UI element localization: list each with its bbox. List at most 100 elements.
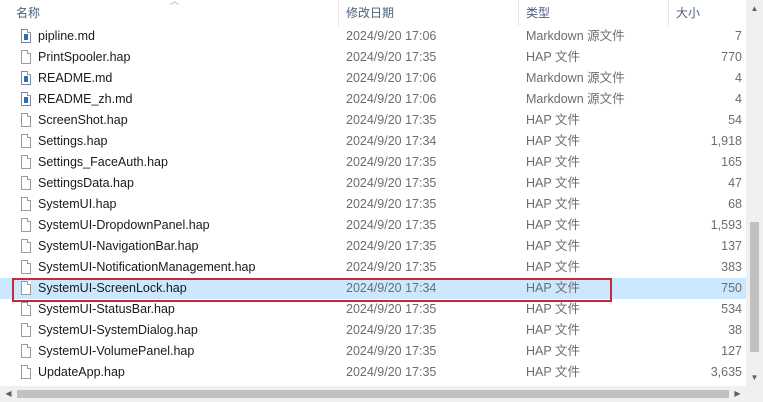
file-row[interactable]: SystemUI-DropdownPanel.hap 2024/9/20 17:3… [0, 215, 746, 236]
file-date: 2024/9/20 17:35 [346, 218, 437, 232]
file-list: pipline.md 2024/9/20 17:06 Markdown 源文件 7 Pr… [0, 26, 746, 386]
scrollbar-corner [746, 386, 763, 402]
file-type: HAP 文件 [526, 260, 580, 274]
file-row[interactable]: Settings_FaceAuth.hap 2024/9/20 17:35 HAP … [0, 152, 746, 173]
file-icon [21, 197, 31, 211]
file-icon [21, 323, 31, 337]
vertical-scrollbar[interactable]: ▲ ▼ [746, 0, 763, 386]
file-size: 1,918 [710, 134, 742, 148]
vertical-scroll-thumb[interactable] [750, 222, 759, 352]
file-type: Markdown 源文件 [526, 92, 625, 106]
file-type: HAP 文件 [526, 302, 580, 316]
file-row[interactable]: SettingsData.hap 2024/9/20 17:35 HAP 文件 47 [0, 173, 746, 194]
file-date: 2024/9/20 17:35 [346, 113, 437, 127]
file-name: PrintSpooler.hap [38, 50, 131, 64]
markdown-file-icon [21, 71, 31, 85]
file-name: UpdateApp.hap [38, 365, 125, 379]
file-row[interactable]: Settings.hap 2024/9/20 17:34 HAP 文件 1,918 [0, 131, 746, 152]
file-date: 2024/9/20 17:06 [346, 29, 437, 43]
file-date: 2024/9/20 17:35 [346, 365, 437, 379]
file-name: SystemUI-VolumePanel.hap [38, 344, 195, 358]
file-type: HAP 文件 [526, 323, 580, 337]
file-date: 2024/9/20 17:35 [346, 197, 437, 211]
markdown-mark-icon [24, 34, 28, 40]
file-row[interactable]: README_zh.md 2024/9/20 17:06 Markdown 源文件 4 [0, 89, 746, 110]
file-size: 750 [721, 281, 742, 295]
markdown-file-icon [21, 29, 31, 43]
file-name: ScreenShot.hap [38, 113, 128, 127]
file-date: 2024/9/20 17:35 [346, 239, 437, 253]
file-size: 3,635 [710, 365, 742, 379]
column-header-size[interactable]: 大小 [668, 0, 746, 26]
file-name: SettingsData.hap [38, 176, 134, 190]
file-row[interactable]: UpdateApp.hap 2024/9/20 17:35 HAP 文件 3,635 [0, 362, 746, 383]
file-size: 1,593 [710, 218, 742, 232]
scroll-down-icon[interactable]: ▼ [746, 369, 763, 386]
scroll-left-icon[interactable]: ◀ [0, 386, 17, 402]
file-icon [21, 239, 31, 253]
file-date: 2024/9/20 17:35 [346, 344, 437, 358]
file-name: Settings.hap [38, 134, 108, 148]
file-row[interactable]: PrintSpooler.hap 2024/9/20 17:35 HAP 文件 770 [0, 47, 746, 68]
file-name: SystemUI-DropdownPanel.hap [38, 218, 210, 232]
file-row[interactable]: ScreenShot.hap 2024/9/20 17:35 HAP 文件 54 [0, 110, 746, 131]
file-icon [21, 302, 31, 316]
file-icon [21, 50, 31, 64]
file-icon [21, 155, 31, 169]
markdown-mark-icon [24, 76, 28, 82]
scroll-up-icon[interactable]: ▲ [746, 0, 763, 17]
file-date: 2024/9/20 17:06 [346, 71, 437, 85]
file-type: HAP 文件 [526, 239, 580, 253]
file-icon [21, 260, 31, 274]
file-size: 165 [721, 155, 742, 169]
column-header-date[interactable]: 修改日期 [338, 0, 518, 26]
file-icon [21, 365, 31, 379]
file-row[interactable]: SystemUI-StatusBar.hap 2024/9/20 17:35 HAP… [0, 299, 746, 320]
file-type: HAP 文件 [526, 113, 580, 127]
horizontal-scroll-thumb[interactable] [17, 390, 729, 398]
file-row[interactable]: SystemUI-NotificationManagement.hap 2024/… [0, 257, 746, 278]
file-row[interactable]: SystemUI.hap 2024/9/20 17:35 HAP 文件 68 [0, 194, 746, 215]
file-date: 2024/9/20 17:06 [346, 92, 437, 106]
file-type: Markdown 源文件 [526, 71, 625, 85]
file-icon [21, 344, 31, 358]
file-row[interactable]: pipline.md 2024/9/20 17:06 Markdown 源文件 7 [0, 26, 746, 47]
file-name: SystemUI-StatusBar.hap [38, 302, 175, 316]
file-date: 2024/9/20 17:34 [346, 281, 437, 295]
file-row[interactable]: SystemUI-VolumePanel.hap 2024/9/20 17:35 H… [0, 341, 746, 362]
file-type: HAP 文件 [526, 281, 580, 295]
scroll-right-icon[interactable]: ▶ [729, 386, 746, 402]
file-icon [21, 281, 31, 295]
file-size: 4 [735, 71, 742, 85]
file-size: 383 [721, 260, 742, 274]
horizontal-scrollbar[interactable]: ◀ ▶ [0, 386, 746, 402]
markdown-file-icon [21, 92, 31, 106]
file-size: 7 [735, 29, 742, 43]
column-header-type[interactable]: 类型 [518, 0, 668, 26]
file-size: 4 [735, 92, 742, 106]
file-name: Settings_FaceAuth.hap [38, 155, 168, 169]
file-name: pipline.md [38, 29, 95, 43]
file-row[interactable]: SystemUI-SystemDialog.hap 2024/9/20 17:35… [0, 320, 746, 341]
file-icon [21, 113, 31, 127]
file-name: SystemUI-ScreenLock.hap [38, 281, 187, 295]
file-type: HAP 文件 [526, 344, 580, 358]
file-name: README.md [38, 71, 113, 85]
file-date: 2024/9/20 17:35 [346, 50, 437, 64]
file-size: 68 [728, 197, 742, 211]
file-type: Markdown 源文件 [526, 29, 625, 43]
file-date: 2024/9/20 17:35 [346, 323, 437, 337]
file-name: README_zh.md [38, 92, 133, 106]
file-size: 47 [728, 176, 742, 190]
file-row[interactable]: SystemUI-NavigationBar.hap 2024/9/20 17:3… [0, 236, 746, 257]
file-size: 137 [721, 239, 742, 253]
file-date: 2024/9/20 17:35 [346, 302, 437, 316]
file-type: HAP 文件 [526, 197, 580, 211]
file-date: 2024/9/20 17:34 [346, 134, 437, 148]
column-header-name[interactable]: 名称 [0, 0, 338, 26]
file-name: SystemUI-NavigationBar.hap [38, 239, 199, 253]
file-row[interactable]: SystemUI-ScreenLock.hap 2024/9/20 17:34 HA… [0, 278, 746, 299]
column-header-row: ︿ 名称 修改日期 类型 大小 [0, 0, 746, 26]
file-icon [21, 134, 31, 148]
file-row[interactable]: README.md 2024/9/20 17:06 Markdown 源文件 4 [0, 68, 746, 89]
